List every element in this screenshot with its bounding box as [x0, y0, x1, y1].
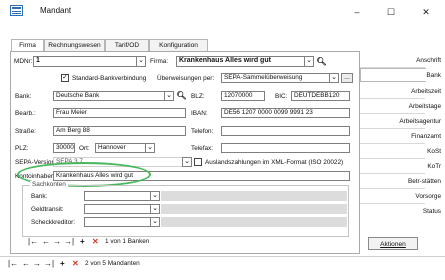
- mandant-record-counter: 2 von 5 Mandanten: [85, 260, 140, 267]
- bank-field[interactable]: Deutsche Bank: [53, 91, 174, 101]
- bic-field[interactable]: DEUTDEBB120: [291, 91, 350, 101]
- sepa-version-dropdown-icon[interactable]: ⌄: [182, 157, 192, 167]
- sk-scheckkreditor-label: Scheckkreditor:: [31, 219, 76, 226]
- bank-first-record-button[interactable]: |←: [28, 236, 38, 248]
- mandant-first-record-button[interactable]: |←: [8, 258, 18, 270]
- ausland-label: Auslandszahlungen im XML-Format (ISO 200…: [205, 159, 344, 166]
- side-item-bank-tab: [360, 68, 426, 82]
- side-item-arbeitszeit[interactable]: Arbeitszeit: [411, 88, 441, 95]
- ueberweisungen-dropdown-icon[interactable]: ⌄: [329, 73, 339, 83]
- bic-label: BIC:: [275, 93, 288, 100]
- side-item-kotr[interactable]: KoTr: [427, 163, 441, 170]
- mandant-next-record-button[interactable]: →: [33, 258, 41, 270]
- ausland-checkbox[interactable]: [194, 158, 202, 166]
- mandant-add-record-button[interactable]: +: [60, 258, 65, 270]
- mandant-record-navigator: |← ← → →| + ✕ 2 von 5 Mandanten: [0, 256, 445, 271]
- mandant-delete-record-button[interactable]: ✕: [72, 258, 79, 270]
- tab-rechnungswesen[interactable]: Rechnungswesen: [44, 39, 105, 51]
- side-item-arbeitstage[interactable]: Arbeitstage: [409, 103, 441, 110]
- bank-next-record-button[interactable]: →: [53, 236, 61, 248]
- sk-geldtransit-description: [161, 204, 347, 214]
- sk-scheckkreditor-dropdown-icon[interactable]: ⌄: [150, 217, 160, 227]
- firma-label: Firma:: [150, 58, 169, 65]
- mdnr-label: MDNr:: [14, 58, 33, 65]
- blz-label: BLZ:: [191, 93, 205, 100]
- standard-bank-label: Standard-Bankverbindung: [72, 75, 147, 82]
- iban-label: IBAN:: [191, 110, 208, 117]
- mandant-window: Mandant – ☐ ✕ Firma Rechnungswesen Tarif…: [0, 0, 445, 280]
- side-item-bank[interactable]: Bank: [426, 72, 441, 79]
- bank-add-record-button[interactable]: +: [80, 236, 85, 248]
- close-button[interactable]: ✕: [411, 2, 441, 22]
- blz-field[interactable]: 12070000: [221, 91, 265, 101]
- standard-bank-checkbox[interactable]: ✓: [61, 74, 69, 82]
- bank-label: Bank:: [15, 93, 32, 100]
- bank-record-navigator: |← ← → →| + ✕ 1 von 1 Banken: [28, 236, 228, 248]
- sk-geldtransit-field[interactable]: [84, 204, 160, 214]
- mdnr-field[interactable]: 1: [33, 56, 146, 67]
- bank-prev-record-button[interactable]: ←: [42, 236, 50, 248]
- firma-search-icon[interactable]: 🔍︎: [316, 56, 327, 67]
- firma-field[interactable]: Krankenhaus Alles wird gut: [176, 56, 313, 67]
- side-item-kost[interactable]: KoSt: [427, 148, 441, 155]
- plz-field[interactable]: 30000: [53, 143, 75, 153]
- tab-tarif-od[interactable]: Tarif/OD: [105, 39, 149, 51]
- sk-bank-field[interactable]: [84, 191, 160, 201]
- plz-label: PLZ:: [15, 145, 29, 152]
- bank-record-counter: 1 von 1 Banken: [105, 238, 150, 245]
- sk-bank-dropdown-icon[interactable]: ⌄: [150, 191, 160, 201]
- bearb-label: Bearb.:: [15, 110, 36, 117]
- bank-delete-record-button[interactable]: ✕: [92, 236, 99, 248]
- tab-konfiguration[interactable]: Konfiguration: [149, 39, 208, 51]
- sachkonten-label: Sachkonten: [30, 181, 68, 188]
- sk-scheckkreditor-field[interactable]: [84, 217, 160, 227]
- ueberweisungen-ellipsis-button[interactable]: ...: [341, 73, 353, 83]
- ueberweisungen-select[interactable]: SEPA-Sammelüberweisung: [221, 73, 339, 83]
- side-item-betr-staetten[interactable]: Betr-stätten: [408, 178, 441, 185]
- telefax-label: Telefax:: [191, 145, 214, 152]
- bank-search-icon[interactable]: 🔍︎: [176, 90, 187, 101]
- ort-dropdown-icon[interactable]: ⌄: [145, 143, 155, 153]
- sk-scheckkreditor-description: [161, 217, 347, 227]
- sk-geldtransit-label: Geldtransit:: [31, 206, 64, 213]
- aktionen-button[interactable]: Aktionen: [368, 237, 418, 250]
- sk-geldtransit-dropdown-icon[interactable]: ⌄: [150, 204, 160, 214]
- bearb-field[interactable]: Frau Meier: [53, 108, 186, 118]
- mandant-prev-record-button[interactable]: ←: [22, 258, 30, 270]
- telefon-label: Telefon:: [191, 128, 214, 135]
- mdnr-dropdown-icon[interactable]: ⌄: [136, 56, 146, 67]
- side-item-finanzamt[interactable]: Finanzamt: [411, 133, 441, 140]
- strasse-label: Straße:: [15, 128, 36, 135]
- window-title: Mandant: [40, 6, 72, 15]
- side-item-status[interactable]: Status: [423, 208, 441, 215]
- bank-dropdown-icon[interactable]: ⌄: [164, 91, 174, 101]
- sk-bank-description: [161, 191, 347, 201]
- title-bar: Mandant – ☐ ✕: [0, 0, 445, 24]
- sk-bank-label: Bank:: [31, 193, 48, 200]
- side-item-arbeitsagentur[interactable]: Arbeitsagentur: [399, 118, 441, 125]
- side-item-anschrift[interactable]: Anschrift: [416, 57, 441, 64]
- form-app-icon: [10, 5, 23, 16]
- side-item-vorsorge[interactable]: Vorsorge: [415, 193, 441, 200]
- maximize-button[interactable]: ☐: [376, 2, 406, 22]
- ort-label: Ort:: [79, 145, 90, 152]
- ueberweisungen-label: Überweisungen per:: [157, 75, 215, 82]
- strasse-field[interactable]: Am Berg 88: [53, 126, 186, 136]
- telefon-field[interactable]: [221, 126, 350, 136]
- telefax-field[interactable]: [221, 143, 350, 153]
- firma-dropdown-icon[interactable]: ⌄: [304, 56, 314, 67]
- minimize-button[interactable]: –: [342, 2, 372, 22]
- mandant-last-record-button[interactable]: →|: [44, 258, 54, 270]
- bank-last-record-button[interactable]: →|: [64, 236, 74, 248]
- iban-field[interactable]: DE56 1207 0000 0099 9991 23: [221, 108, 350, 118]
